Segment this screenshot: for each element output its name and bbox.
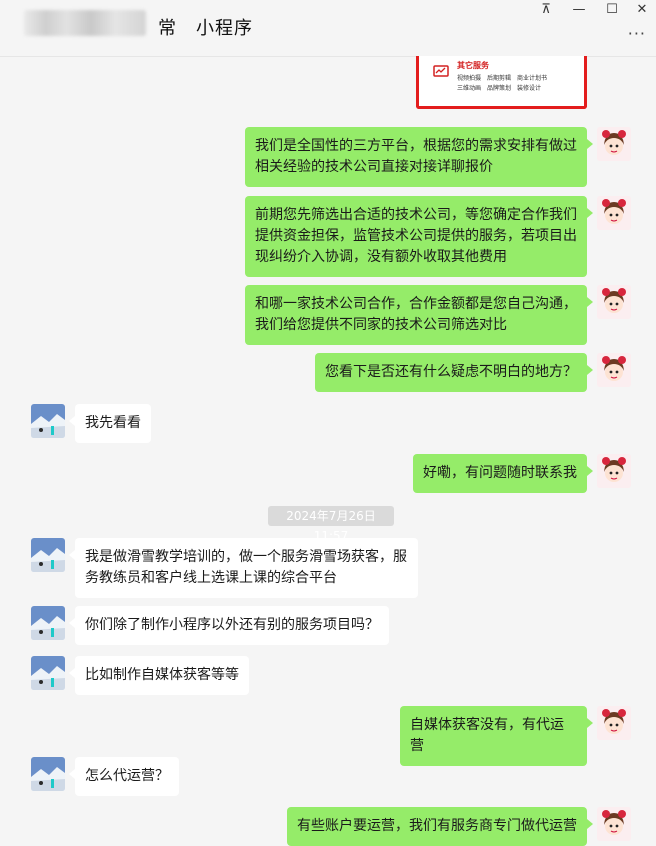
contact-avatar[interactable] — [31, 404, 65, 438]
message-bubble-sent[interactable]: 有些账户要运营，我们有服务商专门做代运营 — [287, 807, 593, 846]
more-options-button[interactable]: ··· — [628, 24, 646, 43]
message-bubble-sent[interactable]: 前期您先筛选出合适的技术公司，等您确定合作我们提供资金担保，监管技术公司提供的服… — [245, 196, 593, 277]
my-avatar[interactable] — [597, 807, 631, 841]
message-bubble-sent[interactable]: 您看下是否还有什么疑虑不明白的地方？ — [315, 353, 593, 392]
message-bubble-received[interactable]: 怎么代运营？ — [69, 757, 179, 796]
title-bar: 常 小程序 ⊼ — ☐ ✕ ··· — [0, 0, 656, 57]
chat-title: 常 小程序 — [158, 18, 253, 39]
minimize-button[interactable]: — — [563, 0, 595, 18]
contact-avatar[interactable] — [31, 538, 65, 572]
message-bubble-received[interactable]: 比如制作自媒体获客等等 — [69, 656, 249, 695]
pin-icon[interactable]: ⊼ — [530, 0, 562, 18]
maximize-button[interactable]: ☐ — [596, 0, 628, 18]
message-bubble-sent[interactable]: 自媒体获客没有，有代运营 — [400, 706, 593, 766]
chat-timestamp: 2024年7月26日 11:57 — [268, 506, 394, 543]
message-bubble-sent[interactable]: 好嘞，有问题随时联系我 — [413, 454, 593, 493]
card-line: 三维动画 品牌策划 装修设计 — [457, 85, 542, 92]
contact-avatar[interactable] — [31, 606, 65, 640]
contact-avatar[interactable] — [31, 656, 65, 690]
service-card[interactable]: 其它服务 视频拍摄 后期剪辑 商业计划书 三维动画 品牌策划 装修设计 — [416, 56, 587, 109]
my-avatar[interactable] — [597, 127, 631, 161]
message-bubble-received[interactable]: 我是做滑雪教学培训的，做一个服务滑雪场获客，服务教练员和客户线上选课上课的综合平… — [69, 538, 418, 598]
chart-icon — [433, 65, 449, 77]
my-avatar[interactable] — [597, 353, 631, 387]
close-button[interactable]: ✕ — [626, 0, 656, 18]
message-bubble-sent[interactable]: 和哪一家技术公司合作，合作金额都是您自己沟通，我们给您提供不同家的技术公司筛选对… — [245, 285, 593, 345]
my-avatar[interactable] — [597, 454, 631, 488]
message-bubble-received[interactable]: 我先看看 — [69, 404, 151, 443]
my-avatar[interactable] — [597, 706, 631, 740]
card-title: 其它服务 — [457, 61, 489, 70]
contact-name-blurred — [24, 10, 146, 36]
message-bubble-sent[interactable]: 我们是全国性的三方平台，根据您的需求安排有做过相关经验的技术公司直接对接详聊报价 — [245, 127, 593, 187]
my-avatar[interactable] — [597, 196, 631, 230]
message-bubble-received[interactable]: 你们除了制作小程序以外还有别的服务项目吗？ — [69, 606, 389, 645]
card-line: 视频拍摄 后期剪辑 商业计划书 — [457, 75, 548, 82]
contact-avatar[interactable] — [31, 757, 65, 791]
my-avatar[interactable] — [597, 285, 631, 319]
